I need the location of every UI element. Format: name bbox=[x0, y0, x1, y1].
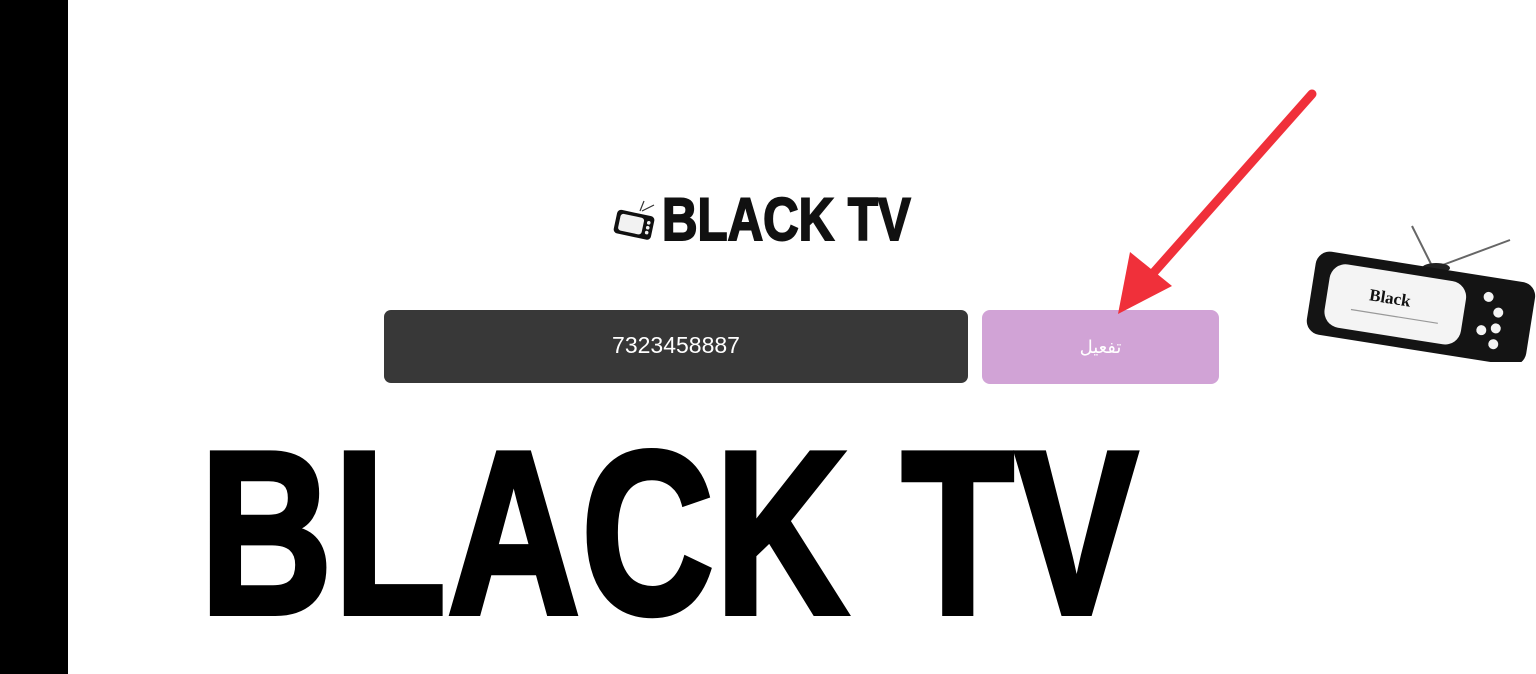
banner-logo: BLACK TV bbox=[198, 404, 1440, 663]
tv-icon bbox=[613, 200, 655, 240]
retro-tv-icon: Black bbox=[1306, 225, 1536, 362]
red-arrow-icon bbox=[1118, 89, 1317, 314]
activation-code-field[interactable]: 7323458887 bbox=[384, 310, 968, 383]
app-screen: BLACK TV 7323458887 تفعيل Black BLACK TV bbox=[0, 0, 1536, 674]
header-logo: BLACK TV bbox=[612, 186, 965, 253]
left-black-bar bbox=[0, 0, 68, 674]
header-logo-text: BLACK TV bbox=[661, 186, 911, 253]
banner-logo-text: BLACK TV bbox=[198, 404, 1140, 663]
activate-button[interactable]: تفعيل bbox=[982, 310, 1219, 384]
